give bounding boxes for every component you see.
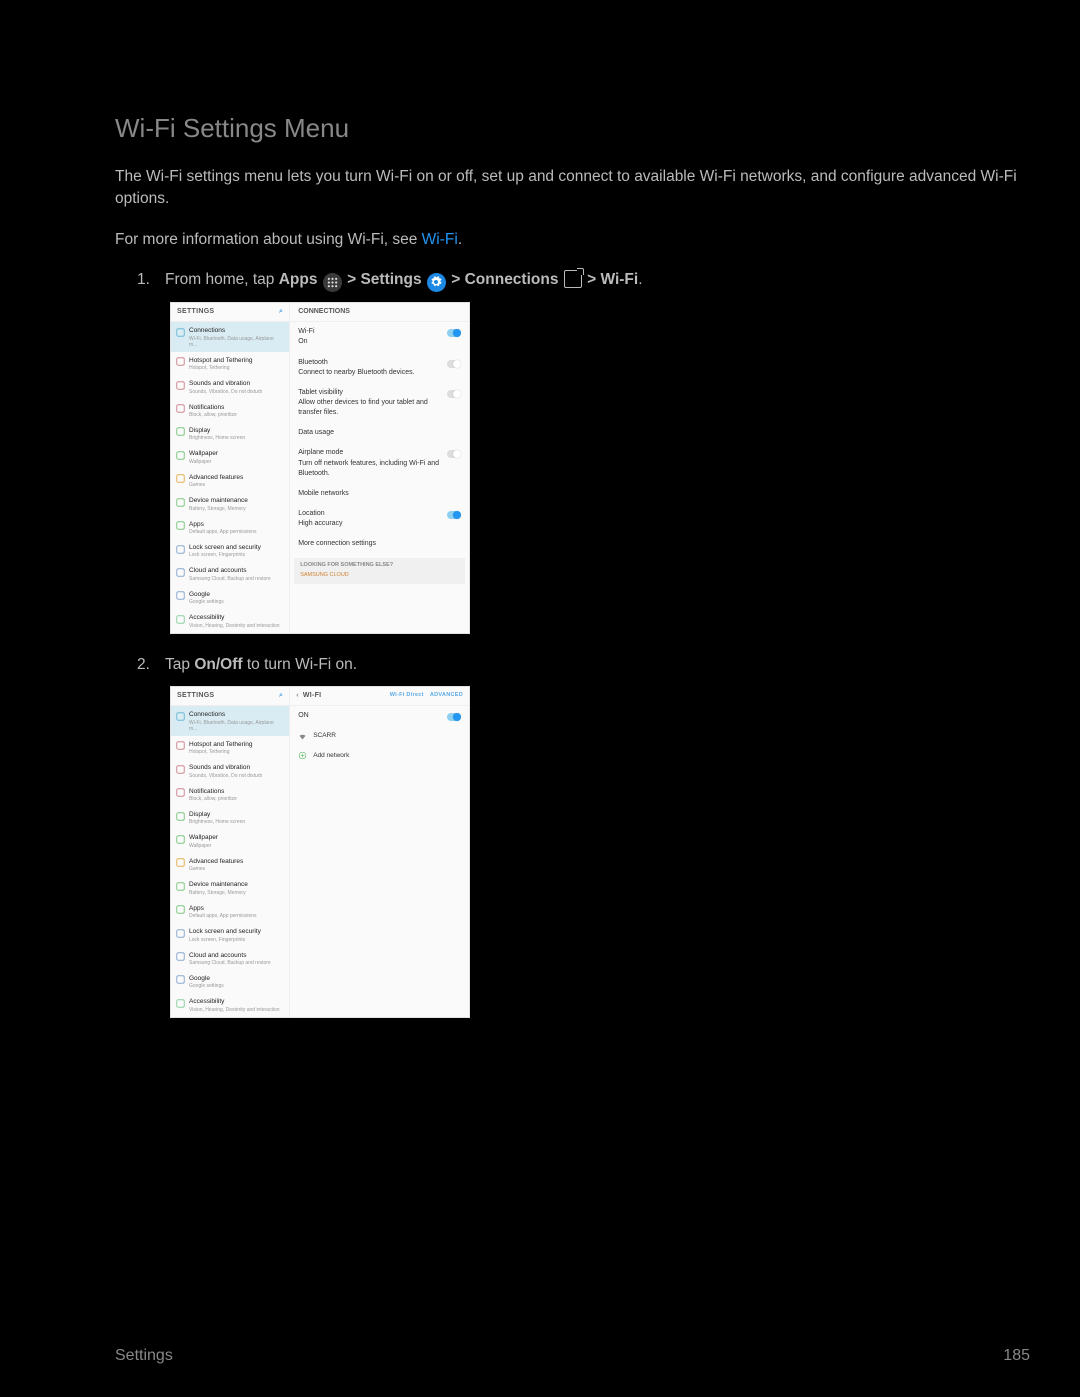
- connections-label: Connections: [465, 271, 559, 288]
- apps-icon: [323, 273, 342, 292]
- settings-header-2: SETTINGS: [177, 691, 214, 701]
- sidebar-item: GoogleGoogle settings: [171, 586, 289, 609]
- sidebar-item: Cloud and accountsSamsung Cloud, Backup …: [171, 947, 289, 970]
- sidebar-item: AccessibilityVision, Hearing, Dexterity …: [171, 609, 289, 632]
- sidebar-item: Lock screen and securityLock screen, Fin…: [171, 539, 289, 562]
- connections-row: Airplane modeTurn off network features, …: [290, 443, 469, 483]
- looking-for-box: LOOKING FOR SOMETHING ELSE? SAMSUNG CLOU…: [294, 558, 465, 584]
- gear-icon: [427, 273, 446, 292]
- connections-row: Wi-FiOn: [290, 322, 469, 352]
- screenshot-1: SETTINGS ⌕ ConnectionsWi-Fi, Bluetooth, D…: [170, 302, 470, 634]
- connections-row: Tablet visibilityAllow other devices to …: [290, 383, 469, 423]
- sidebar-item: Hotspot and TetheringHotspot, Tethering: [171, 352, 289, 375]
- connections-row: BluetoothConnect to nearby Bluetooth dev…: [290, 353, 469, 383]
- screenshot-2: SETTINGS ⌕ ConnectionsWi-Fi, Bluetooth, D…: [170, 686, 470, 1018]
- sidebar-item: ConnectionsWi-Fi, Bluetooth, Data usage,…: [171, 322, 289, 351]
- sidebar-item: Sounds and vibrationSounds, Vibration, D…: [171, 759, 289, 782]
- sidebar-item: GoogleGoogle settings: [171, 970, 289, 993]
- sidebar-item: Sounds and vibrationSounds, Vibration, D…: [171, 375, 289, 398]
- intro-text: The Wi-Fi settings menu lets you turn Wi…: [115, 166, 1030, 211]
- toggle: [447, 360, 461, 368]
- sidebar-item: AppsDefault apps, App permissions: [171, 900, 289, 923]
- moreinfo-pre: For more information about using Wi-Fi, …: [115, 231, 422, 248]
- connections-row: Mobile networks: [290, 484, 469, 504]
- step-2: Tap On/Off to turn Wi-Fi on. SETTINGS⌕ C…: [165, 654, 1030, 1018]
- advanced: ADVANCED: [430, 692, 463, 700]
- settings-header: SETTINGS: [177, 307, 214, 317]
- sidebar-item: WallpaperWallpaper: [171, 829, 289, 852]
- toggle: [447, 390, 461, 398]
- wifi-label: Wi-Fi: [600, 271, 638, 288]
- connections-header: CONNECTIONS: [290, 303, 469, 322]
- onoff-label: On/Off: [194, 656, 242, 673]
- sidebar-item: Device maintenanceBattery, Storage, Memo…: [171, 492, 289, 515]
- apps-label: Apps: [279, 271, 318, 288]
- search-icon: ⌕: [279, 691, 283, 701]
- plus-icon: [298, 751, 307, 760]
- connections-row: Data usage: [290, 423, 469, 443]
- sidebar-item: NotificationsBlock, allow, prioritize: [171, 399, 289, 422]
- sidebar-item: Advanced featuresGames: [171, 469, 289, 492]
- sidebar-item: WallpaperWallpaper: [171, 445, 289, 468]
- sidebar-item: Device maintenanceBattery, Storage, Memo…: [171, 876, 289, 899]
- sidebar-item: NotificationsBlock, allow, prioritize: [171, 783, 289, 806]
- toggle: [447, 450, 461, 458]
- search-icon: ⌕: [279, 307, 283, 317]
- back-icon: ‹: [296, 691, 299, 701]
- sidebar-item: DisplayBrightness, Home screen: [171, 422, 289, 445]
- toggle: [447, 329, 461, 337]
- wifi-icon: [298, 732, 307, 741]
- toggle: [447, 511, 461, 519]
- wifi-direct: Wi-Fi Direct: [390, 692, 424, 700]
- wifi-header: WI-FI: [303, 691, 322, 701]
- sidebar-item: Cloud and accountsSamsung Cloud, Backup …: [171, 562, 289, 585]
- sidebar-item: AccessibilityVision, Hearing, Dexterity …: [171, 993, 289, 1016]
- connections-icon: [564, 270, 582, 288]
- page-title: Wi-Fi Settings Menu: [115, 110, 1030, 148]
- wifi-toggle: [447, 713, 461, 721]
- add-network-row: Add network: [290, 746, 469, 765]
- wifi-link[interactable]: Wi-Fi: [422, 231, 458, 248]
- connections-row: LocationHigh accuracy: [290, 504, 469, 534]
- sidebar-item: AppsDefault apps, App permissions: [171, 516, 289, 539]
- connections-row: More connection settings: [290, 534, 469, 554]
- moreinfo: For more information about using Wi-Fi, …: [115, 229, 1030, 251]
- settings-label: Settings: [360, 271, 421, 288]
- sidebar-item: Lock screen and securityLock screen, Fin…: [171, 923, 289, 946]
- wifi-on-row: ON: [290, 706, 469, 726]
- sidebar-item: Advanced featuresGames: [171, 853, 289, 876]
- sidebar-item: DisplayBrightness, Home screen: [171, 806, 289, 829]
- sidebar-item: ConnectionsWi-Fi, Bluetooth, Data usage,…: [171, 706, 289, 735]
- footer-section: Settings: [115, 1344, 173, 1367]
- page-number: 185: [1003, 1344, 1030, 1367]
- step-1: From home, tap Apps > Settings > Connect…: [165, 269, 1030, 634]
- network-row: SCARR: [290, 726, 469, 745]
- sidebar-item: Hotspot and TetheringHotspot, Tethering: [171, 736, 289, 759]
